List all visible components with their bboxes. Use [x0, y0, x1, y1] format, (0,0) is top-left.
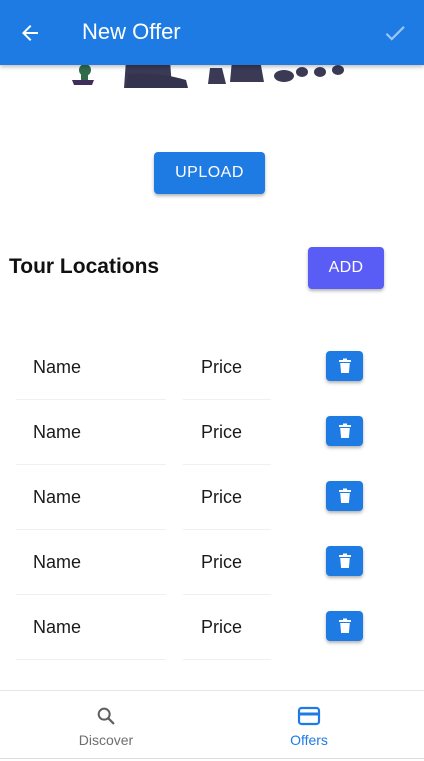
bottom-navigation: Discover Offers: [0, 690, 424, 761]
nav-item-discover[interactable]: Discover: [0, 691, 212, 751]
location-name: Name: [33, 357, 82, 377]
section-title-tour-locations: Tour Locations: [9, 255, 160, 278]
add-location-button[interactable]: ADD: [308, 247, 384, 289]
app-header: New Offer: [0, 0, 424, 65]
back-button[interactable]: [14, 17, 46, 49]
location-price: Price: [201, 552, 243, 572]
trash-icon: [338, 618, 351, 633]
list-item: Name Price: [0, 530, 424, 595]
delete-location-button[interactable]: [326, 351, 363, 381]
trash-icon: [338, 553, 351, 568]
delete-location-button[interactable]: [326, 481, 363, 511]
location-price: Price: [201, 487, 243, 507]
location-name: Name: [33, 552, 82, 572]
search-icon: [97, 707, 115, 725]
nav-label-offers: Offers: [290, 732, 328, 748]
checkmark-icon: [385, 26, 405, 41]
tour-locations-list: Name Price Name Price Name Price Name Pr…: [0, 335, 424, 660]
location-name: Name: [33, 617, 82, 637]
upload-button[interactable]: UPLOAD: [154, 152, 265, 194]
location-price: Price: [201, 422, 243, 442]
location-price: Price: [201, 357, 243, 377]
nav-item-offers[interactable]: Offers: [203, 691, 415, 751]
location-name: Name: [33, 487, 82, 507]
list-item: Name Price: [0, 335, 424, 400]
nav-label-discover: Discover: [78, 732, 134, 748]
trash-icon: [338, 423, 351, 438]
page-title: New Offer: [82, 19, 181, 44]
delete-location-button[interactable]: [326, 546, 363, 576]
list-item: Name Price: [0, 400, 424, 465]
trash-icon: [338, 488, 351, 503]
trash-icon: [338, 358, 351, 373]
delete-location-button[interactable]: [326, 611, 363, 641]
new-offer-screen: New Offer UPLOAD Tour Locations ADD Name…: [0, 0, 424, 761]
credit-card-icon: [297, 706, 321, 726]
arrow-back-icon: [22, 25, 38, 41]
list-item: Name Price: [0, 595, 424, 660]
bottom-divider: [0, 758, 424, 759]
list-item: Name Price: [0, 465, 424, 530]
location-price: Price: [201, 617, 243, 637]
delete-location-button[interactable]: [326, 416, 363, 446]
confirm-button[interactable]: [378, 16, 412, 50]
location-name: Name: [33, 422, 82, 442]
